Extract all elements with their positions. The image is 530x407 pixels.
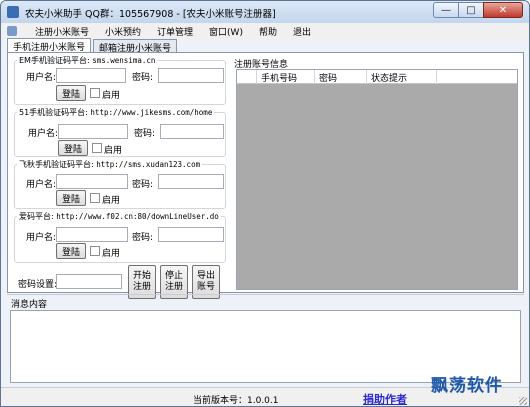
tab-email-register[interactable]: 邮箱注册小米账号	[93, 39, 178, 54]
51-enable-label: 启用	[104, 146, 123, 156]
platform-51-url: http://www.jikesms.com/home	[90, 108, 213, 117]
feiqiu-password-label: 密码:	[132, 180, 154, 190]
feiqiu-enable-label: 启用	[102, 196, 121, 206]
platform-aima-url: http://www.f02.cn:80/downLineUser.do	[56, 212, 219, 221]
platform-aima-label: 爱码平台:	[19, 212, 54, 221]
51-enable-checkbox[interactable]	[92, 143, 102, 153]
feiqiu-username-label: 用户名:	[26, 180, 57, 190]
feiqiu-username-input[interactable]	[56, 174, 128, 189]
aima-enable-checkbox[interactable]	[90, 246, 100, 256]
col-password[interactable]: 密码	[315, 70, 367, 84]
col-phone[interactable]: 手机号码	[257, 70, 315, 84]
51-username-label: 用户名:	[28, 129, 59, 139]
grid-body[interactable]	[237, 84, 517, 289]
close-button[interactable]: ✕	[483, 2, 523, 18]
password-setting-label: 密码设置:	[18, 280, 58, 290]
aima-username-input[interactable]	[56, 227, 128, 242]
password-setting-input[interactable]	[56, 274, 122, 289]
platform-feiqiu-url: http://sms.xudan123.com	[96, 160, 201, 169]
feiqiu-login-button[interactable]: 登陆	[56, 190, 86, 206]
aima-enable-label: 启用	[102, 249, 121, 259]
menu-bar: 注册小米账号 小米预约 订单管理 窗口(W) 帮助 退出	[1, 23, 529, 39]
messages-title: 消息内容	[11, 300, 48, 310]
col-status[interactable]: 状态提示	[367, 70, 437, 84]
phone-register-page: EM手机验证码平台: sms.wensima.cn 用户名: 密码: 登陆 启用…	[7, 52, 524, 299]
em-password-input[interactable]	[158, 68, 224, 83]
51-login-button[interactable]: 登陆	[58, 140, 88, 156]
em-enable-label: 启用	[102, 91, 121, 101]
app-window: 农夫小米助手 QQ群：105567908 - [农夫小米账号注册器] — □ ✕…	[0, 0, 530, 407]
em-password-label: 密码:	[132, 73, 154, 83]
menu-help[interactable]: 帮助	[251, 25, 285, 38]
51-username-input[interactable]	[58, 124, 128, 139]
aima-username-label: 用户名:	[26, 233, 57, 243]
minimize-button[interactable]: —	[433, 2, 459, 18]
separator	[7, 294, 524, 295]
platform-em-label: EM手机验证码平台:	[19, 56, 90, 65]
resize-grip-icon[interactable]	[519, 397, 527, 405]
grid-header: 手机号码 密码 状态提示	[237, 70, 517, 84]
window-title: 农夫小米助手 QQ群：105567908 - [农夫小米账号注册器]	[25, 9, 276, 20]
watermark-logo: 飘荡软件	[431, 376, 503, 396]
em-enable-checkbox[interactable]	[90, 88, 100, 98]
platform-em-url: sms.wensima.cn	[92, 56, 156, 65]
accounts-grid[interactable]: 手机号码 密码 状态提示	[236, 69, 518, 290]
feiqiu-enable-checkbox[interactable]	[90, 193, 100, 203]
51-password-label: 密码:	[134, 129, 156, 139]
window-menu-icon[interactable]	[7, 26, 17, 36]
menu-window[interactable]: 窗口(W)	[201, 25, 251, 38]
aima-password-input[interactable]	[158, 227, 224, 242]
platform-feiqiu-label: 飞秋手机验证码平台:	[19, 160, 94, 169]
menu-register-account[interactable]: 注册小米账号	[27, 25, 97, 38]
aima-password-label: 密码:	[132, 233, 154, 243]
restore-button[interactable]: □	[458, 2, 484, 18]
app-icon	[7, 6, 19, 18]
menu-reservation[interactable]: 小米预约	[97, 25, 149, 38]
menu-order-management[interactable]: 订单管理	[149, 25, 201, 38]
feiqiu-password-input[interactable]	[158, 174, 224, 189]
51-password-input[interactable]	[160, 124, 224, 139]
platform-51-label: 51手机验证码平台:	[19, 108, 88, 117]
em-username-label: 用户名:	[26, 73, 57, 83]
tab-strip: 手机注册小米账号 邮箱注册小米账号	[7, 38, 179, 54]
title-bar: 农夫小米助手 QQ群：105567908 - [农夫小米账号注册器] — □ ✕	[1, 1, 529, 23]
em-username-input[interactable]	[56, 68, 126, 83]
em-login-button[interactable]: 登陆	[56, 85, 86, 101]
menu-exit[interactable]: 退出	[285, 25, 319, 38]
version-text: 当前版本号：1.0.0.1	[193, 396, 279, 406]
donate-link[interactable]: 捐助作者	[363, 391, 407, 406]
row-header-cell	[237, 70, 257, 84]
aima-login-button[interactable]: 登陆	[56, 243, 86, 259]
tab-phone-register[interactable]: 手机注册小米账号	[7, 38, 92, 53]
